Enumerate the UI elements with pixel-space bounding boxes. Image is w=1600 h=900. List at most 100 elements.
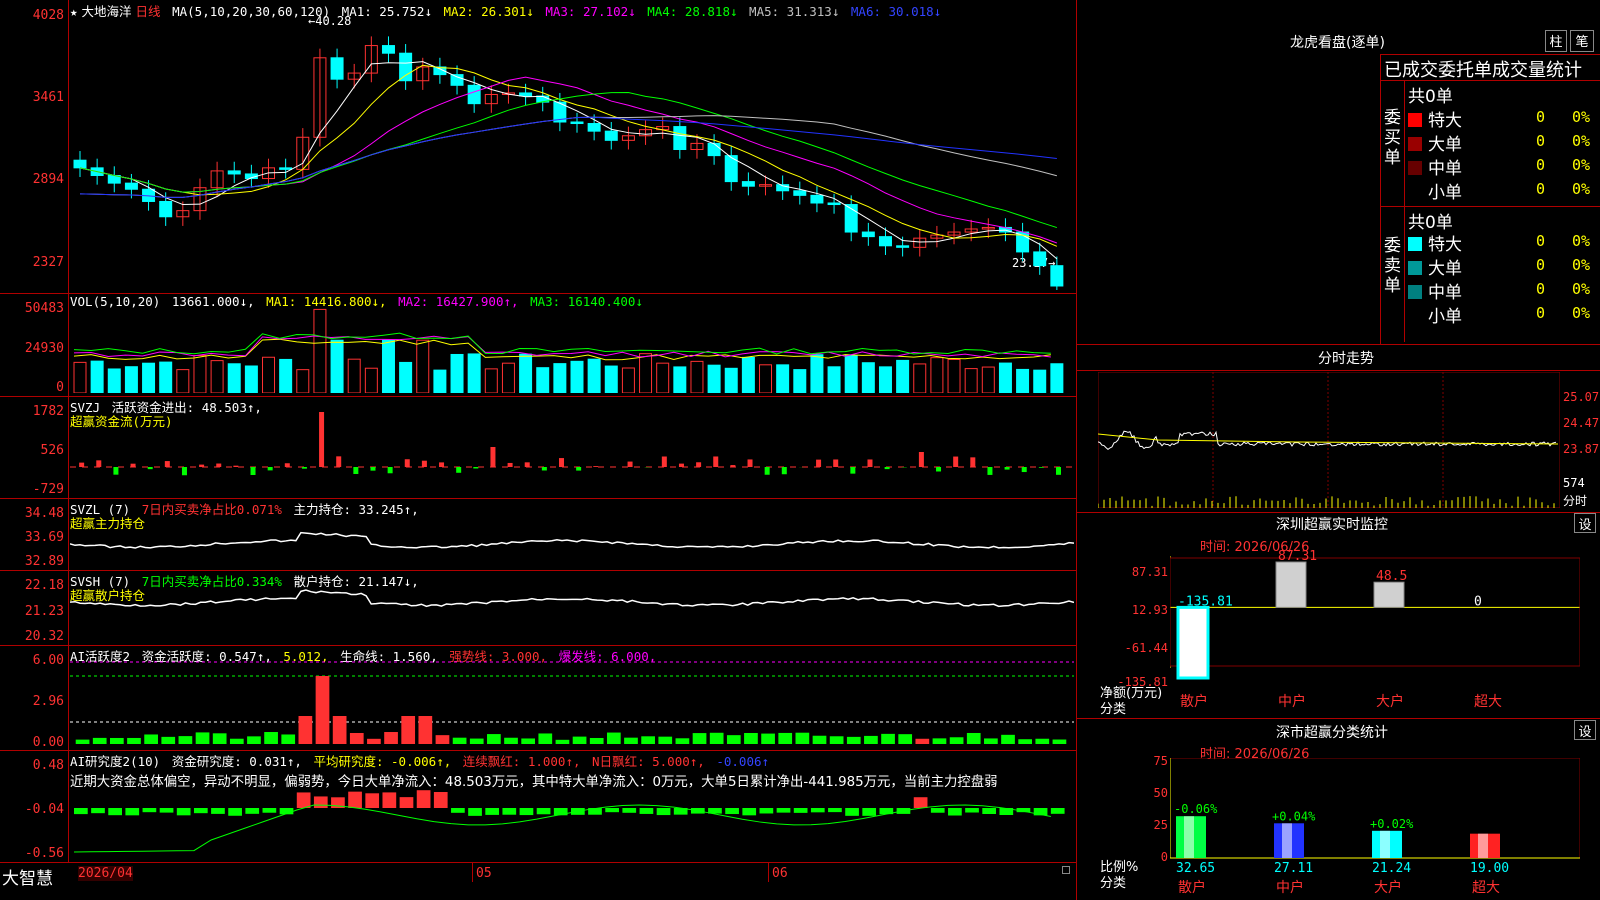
intraday-tick: 24.47 [1563,416,1600,430]
candle-body [587,123,601,132]
svsh-tick: 22.18 [24,578,64,593]
right-divider-1 [1076,344,1600,345]
date-tick: 06 [772,866,788,881]
bar-mode-button[interactable]: 柱 [1545,30,1567,52]
ai-research-bar [91,808,105,814]
volume-bar [262,356,276,393]
volume-bar [553,363,567,393]
ai-active-bar [401,716,416,744]
sz-monitor-chart[interactable]: -135.81 散户 87.31 中户 48.5 大户 0 超大 [1170,548,1580,710]
volume-bar [227,363,241,393]
sz-monitor-category: 超大 [1474,694,1502,710]
svzj-bar [1021,467,1027,473]
volume-bar [381,339,395,393]
volume-bar [793,369,807,393]
volume-bar [73,361,87,393]
lock-icon[interactable] [1062,866,1070,874]
ai-research-bar [296,792,311,808]
ai-active-bar [1052,739,1067,744]
svzj-bar [113,467,119,475]
ai-research-bar [451,808,465,813]
ai-research-bar [74,808,88,815]
svzj-bar [627,461,633,467]
ma-line [79,116,1057,198]
svsh-chart[interactable] [70,580,1074,644]
ai-active-bar [829,736,844,744]
ai-research-bar [656,808,671,816]
favorite-star-icon[interactable]: ★ [70,4,78,19]
pen-mode-button[interactable]: 笔 [1570,30,1594,52]
volume-bar [759,364,773,393]
ai-research-avg: 平均研究度: -0.006↑, [313,754,452,769]
volume-bar [501,362,515,393]
period-label[interactable]: 日线 [136,4,161,19]
volume-bar [1016,368,1030,393]
sz-monitor-bar-label: 48.5 [1376,569,1407,584]
sz-monitor-xlabel: 分类 [1100,702,1127,717]
svzl-tick: 32.89 [24,554,64,569]
buy-row-label: 小单 [1428,183,1462,203]
ma6-value: MA6: 30.018↓ [850,4,942,19]
ai-research-bar [348,791,362,808]
ai-research-bar [399,797,414,808]
ai-research-bar [605,808,619,813]
sz-class-category: 散户 [1178,879,1206,896]
dragon-header: 已成交委托单成交量统计 [1384,60,1582,81]
intraday-vol-tick: 574 [1563,476,1585,490]
ai-active-bar [435,735,450,744]
ai-research-bar [948,808,962,816]
volume-chart[interactable] [70,305,1074,393]
sz-class-settings-button[interactable]: 设 [1574,720,1596,740]
svzj-bar [730,465,736,467]
svzl-chart[interactable] [70,520,1074,568]
sell-row: 中单 [1408,278,1462,303]
volume-bar [124,366,138,393]
ai-active-chart[interactable] [70,660,1074,748]
svzj-chart[interactable] [70,400,1074,496]
ma2-value: MA2: 26.301↓ [443,4,534,19]
ma-line [79,61,1058,260]
sell-row: 特大 [1408,230,1462,255]
ai-research-bar [862,808,877,816]
ai-active-bar [178,736,193,744]
brand-logo[interactable]: 大智慧 [2,864,53,889]
volume-bar [450,353,464,393]
candlestick-chart[interactable] [70,18,1074,290]
volume-bar [878,366,892,393]
svzj-bar [233,465,239,467]
svzj-bar [593,466,599,467]
sz-class-category: 中户 [1276,879,1304,896]
price-tick: 2894 [32,172,64,187]
ai-active-bar [692,733,707,744]
candle-body [330,57,344,80]
sz-class-value: 21.24 [1372,861,1411,876]
ai-research-bar [382,792,397,808]
ai-active-bar [984,738,998,744]
sz-class-chart[interactable]: -0.06% 32.65 散户 +0.04% 27.11 中户 +0.02% 21.24 大户 1… [1170,758,1580,900]
sell-row-count: 0 [1536,280,1546,298]
svzl-desc2: 主力持仓: 33.245↑, [293,502,419,517]
svzj-bar [130,463,136,467]
ai-research-chart[interactable] [70,790,1074,860]
volume-bar [964,368,978,393]
ai-active-bar [898,734,913,744]
volume-bar [296,369,310,393]
vol-tick: 50483 [24,301,64,316]
date-sep [472,862,473,882]
buy-row: 大单 [1408,130,1462,155]
sz-class-change: +0.02% [1370,817,1414,831]
svzj-bar [439,462,445,467]
sz-monitor-settings-button[interactable]: 设 [1574,513,1596,533]
left-axis-line [68,0,69,862]
candle-body [467,84,481,105]
intraday-chart[interactable] [1098,372,1560,508]
svzj-bar [610,466,616,467]
ai-research-bar [982,808,997,814]
ai-active-bar [864,735,878,744]
ai-research-bar [639,808,654,814]
svzj-bar [661,456,667,467]
color-swatch-icon [1408,261,1422,275]
svzj-bar [456,467,462,473]
buy-row-count: 0 [1536,180,1546,198]
sz-class-tick: 0 [1160,850,1168,864]
